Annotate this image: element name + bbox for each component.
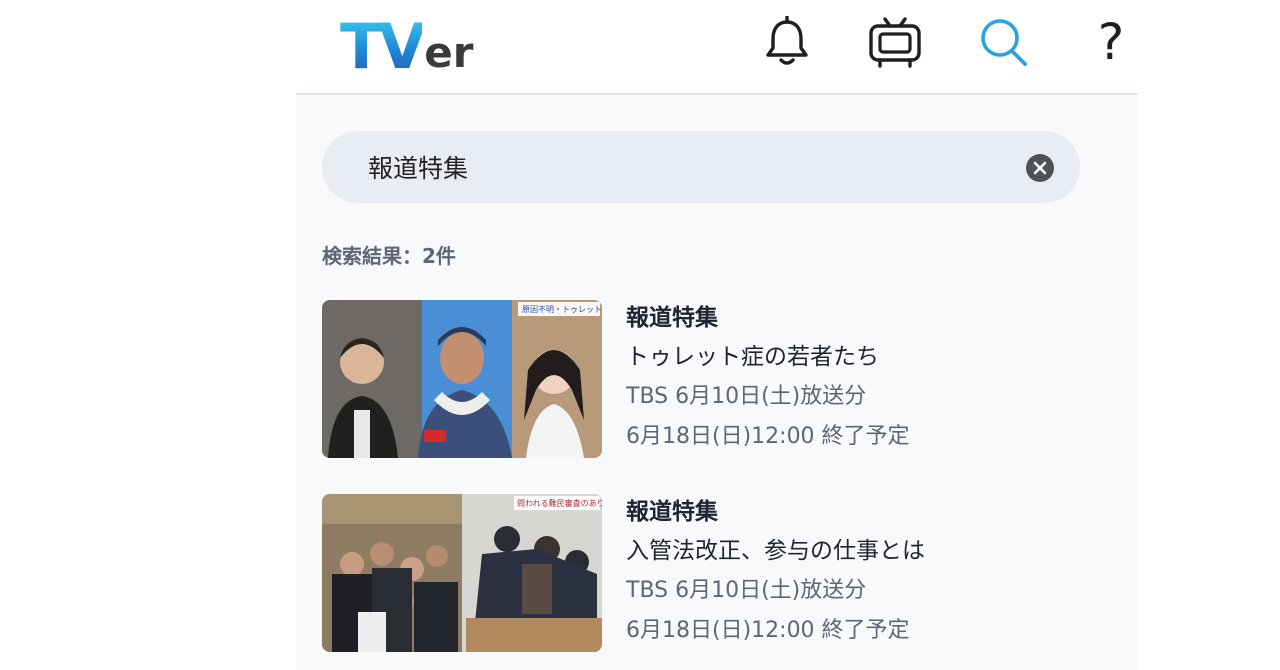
tver-logo[interactable]: TV er xyxy=(340,8,473,78)
broadcast-info: TBS 6月10日(土)放送分 xyxy=(626,384,867,409)
clear-search-button[interactable] xyxy=(1026,154,1054,182)
help-icon[interactable]: ? xyxy=(1084,14,1138,70)
logo-text-main: TV xyxy=(340,10,426,83)
tv-icon[interactable] xyxy=(867,14,923,70)
result-info: 報道特集 入管法改正、参与の仕事とは TBS 6月10日(土)放送分 6月18日… xyxy=(626,494,1106,652)
expiry-info: 6月18日(日)12:00 終了予定 xyxy=(626,424,910,449)
tver-app: TV er ? 報道特集 検索結果：2件 原因不明・トゥレット 報道特集 トゥレ… xyxy=(296,0,1138,670)
search-icon[interactable] xyxy=(976,14,1032,70)
program-title[interactable]: 報道特集 xyxy=(626,300,1106,338)
thumbnail-caption: 原因不明・トゥレット症とは xyxy=(522,304,602,314)
search-bar xyxy=(322,131,1080,203)
result-item[interactable]: 問われる難民審査のあり方 報道特集 入管法改正、参与の仕事とは TBS 6月10… xyxy=(322,494,1112,654)
logo-text-sub: er xyxy=(424,28,474,77)
result-info: 報道特集 トゥレット症の若者たち TBS 6月10日(土)放送分 6月18日(日… xyxy=(626,300,1106,458)
search-input[interactable] xyxy=(368,131,1008,203)
app-header: TV er ? xyxy=(296,0,1138,95)
episode-title[interactable]: トゥレット症の若者たち xyxy=(626,338,1106,378)
episode-title[interactable]: 入管法改正、参与の仕事とは xyxy=(626,532,1106,572)
result-thumbnail[interactable]: 問われる難民審査のあり方 xyxy=(322,494,602,652)
result-item[interactable]: 原因不明・トゥレット症とは 報道特集 トゥレット症の若者たち TBS 6月10日… xyxy=(322,300,1112,460)
broadcast-info: TBS 6月10日(土)放送分 xyxy=(626,578,867,603)
result-thumbnail[interactable]: 原因不明・トゥレット症とは xyxy=(322,300,602,458)
thumbnail-caption: 問われる難民審査のあり方 xyxy=(517,498,602,508)
close-icon xyxy=(1033,161,1047,175)
result-count: 検索結果：2件 xyxy=(322,244,456,268)
expiry-info: 6月18日(日)12:00 終了予定 xyxy=(626,618,910,643)
program-title[interactable]: 報道特集 xyxy=(626,494,1106,532)
help-glyph: ? xyxy=(1097,13,1125,71)
bell-icon[interactable] xyxy=(759,14,815,70)
